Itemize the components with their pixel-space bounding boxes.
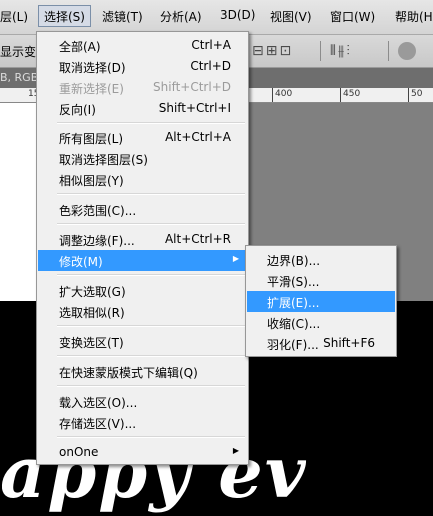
menu-analysis[interactable]: 分析(A) [160,8,202,25]
align-icons[interactable]: ⊟⊞⊡ [252,43,293,59]
menu-separator [57,355,245,357]
ruler-tick [408,88,409,102]
menu-item-label: 相似图层(Y) [59,174,124,188]
menu-item-shortcut: Alt+Ctrl+A [165,130,231,144]
menu-item-onone[interactable]: onOne ▶ [57,442,247,463]
ruler-tick [340,88,341,102]
menu-3d[interactable]: 3D(D) [220,8,255,22]
menu-item-label: 变换选区(T) [59,336,124,350]
menu-view[interactable]: 视图(V) [270,8,312,25]
menu-separator [57,223,245,225]
menu-item-label: 取消选择(D) [59,61,126,75]
menu-item-label: 边界(B)... [267,254,321,268]
menu-item-label: 调整边缘(F)... [59,234,135,248]
menu-item-shortcut: Ctrl+A [191,38,231,52]
canvas-white-area [0,103,40,303]
menu-separator [57,193,245,195]
menu-item-shortcut: Shift+Ctrl+I [158,101,231,115]
menu-item-label: 在快速蒙版模式下编辑(Q) [59,366,198,380]
ruler-label: 450 [343,89,361,99]
distribute-icons[interactable]: ⫴⫵⫶ [330,43,352,59]
modify-submenu: 边界(B)... 平滑(S)... 扩展(E)... 收缩(C)... 羽化(F… [245,245,397,357]
menu-item-shortcut: Shift+Ctrl+D [153,80,231,94]
menu-item-similar[interactable]: 选取相似(R) [57,301,247,322]
menu-help[interactable]: 帮助(H) [395,8,433,25]
menu-item-label: 选取相似(R) [59,306,125,320]
submenu-item-smooth[interactable]: 平滑(S)... [247,270,395,291]
menu-separator [57,385,245,387]
menu-item-modify[interactable]: 修改(M) ▶ [38,250,247,271]
menu-item-grow[interactable]: 扩大选取(G) [57,280,247,301]
separator [388,41,389,61]
menu-item-label: 修改(M) [59,255,103,269]
menu-item-inverse[interactable]: 反向(I) Shift+Ctrl+I [57,98,247,119]
menu-window[interactable]: 窗口(W) [330,8,375,25]
menu-item-label: 收缩(C)... [267,317,321,331]
menu-item-transform-selection[interactable]: 变换选区(T) [57,331,247,352]
submenu-arrow-icon: ▶ [232,446,239,455]
menu-item-select-all[interactable]: 全部(A) Ctrl+A [57,35,247,56]
show-transform-controls-label[interactable]: 显示变 [0,43,36,60]
menu-item-label: 平滑(S)... [267,275,320,289]
menu-item-quick-mask[interactable]: 在快速蒙版模式下编辑(Q) [57,361,247,382]
ruler-tick [272,88,273,102]
menu-item-reselect: 重新选择(E) Shift+Ctrl+D [57,77,247,98]
ruler-label: 50 [411,89,423,99]
menu-item-label: 载入选区(O)... [59,396,138,410]
menu-item-deselect-layers[interactable]: 取消选择图层(S) [57,148,247,169]
menu-item-label: 羽化(F)... [267,338,319,352]
submenu-item-border[interactable]: 边界(B)... [247,249,395,270]
menu-item-label: 色彩范围(C)... [59,204,137,218]
menu-item-label: 扩展(E)... [267,296,320,310]
ruler-label: 400 [275,89,293,99]
menu-item-label: onOne [59,445,99,459]
menu-item-all-layers[interactable]: 所有图层(L) Alt+Ctrl+A [57,127,247,148]
menu-item-label: 全部(A) [59,40,101,54]
menu-item-similar-layers[interactable]: 相似图层(Y) [57,169,247,190]
menu-filter[interactable]: 滤镜(T) [102,8,143,25]
menu-item-label: 反向(I) [59,103,96,117]
menu-item-label: 取消选择图层(S) [59,153,148,167]
menu-item-label: 重新选择(E) [59,82,124,96]
menu-select[interactable]: 选择(S) [38,5,91,27]
submenu-item-expand[interactable]: 扩展(E)... [247,291,395,312]
menu-separator [57,122,245,124]
menu-icon-gutter [37,32,57,464]
select-menu-dropdown: 全部(A) Ctrl+A 取消选择(D) Ctrl+D 重新选择(E) Shif… [36,31,249,465]
menu-item-deselect[interactable]: 取消选择(D) Ctrl+D [57,56,247,77]
menu-item-label: 扩大选取(G) [59,285,126,299]
menu-item-save-selection[interactable]: 存储选区(V)... [57,412,247,433]
menu-item-shortcut: Alt+Ctrl+R [164,232,231,246]
separator [320,41,321,61]
submenu-arrow-icon: ▶ [232,254,239,263]
menu-separator [57,274,245,276]
menu-bar: 层(L) 选择(S) 滤镜(T) 分析(A) 3D(D) 视图(V) 窗口(W)… [0,0,433,35]
menu-item-label: 所有图层(L) [59,132,124,146]
menu-separator [57,436,245,438]
submenu-item-contract[interactable]: 收缩(C)... [247,312,395,333]
menu-separator [57,325,245,327]
menu-item-shortcut: Ctrl+D [190,59,231,73]
menu-item-load-selection[interactable]: 载入选区(O)... [57,391,247,412]
menu-item-label: 存储选区(V)... [59,417,137,431]
submenu-item-feather[interactable]: 羽化(F)... Shift+F6 [247,333,395,354]
menu-item-color-range[interactable]: 色彩范围(C)... [57,199,247,220]
menu-layer[interactable]: 层(L) [0,8,28,25]
menu-item-shortcut: Shift+F6 [323,336,375,350]
menu-item-refine-edge[interactable]: 调整边缘(F)... Alt+Ctrl+R [57,229,247,250]
auto-align-icon[interactable] [398,42,416,60]
